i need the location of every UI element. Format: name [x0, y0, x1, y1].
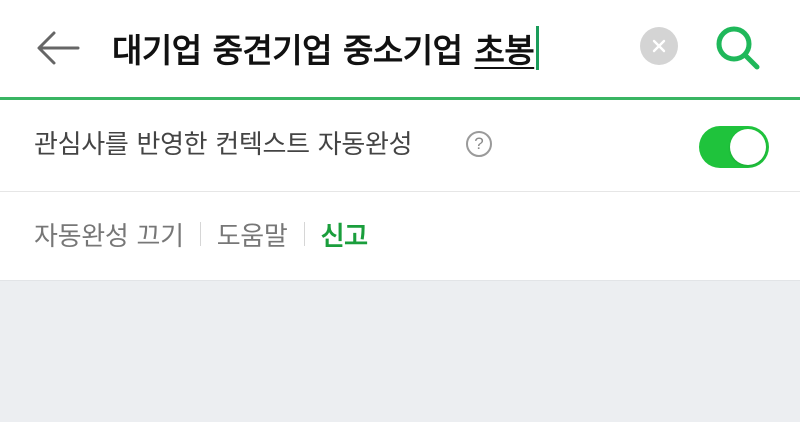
link-divider — [303, 222, 305, 246]
search-composing-text: 초봉 — [474, 31, 535, 70]
help-link[interactable]: 도움말 — [217, 216, 288, 253]
text-caret — [536, 26, 540, 70]
back-button[interactable] — [30, 20, 86, 76]
search-icon — [716, 26, 760, 70]
search-page: 대기업 중견기업 중소기업 초봉 관심사를 반영한 컨텍스트 자동완성 ? 자동… — [0, 0, 800, 422]
suggestions-empty-area — [0, 281, 800, 422]
arrow-left-icon — [37, 31, 80, 65]
autocomplete-off-link[interactable]: 자동완성 끄기 — [34, 216, 184, 253]
clear-button[interactable] — [640, 27, 678, 65]
search-bar: 대기업 중견기업 중소기업 초봉 — [0, 0, 800, 100]
context-autocomplete-row: 관심사를 반영한 컨텍스트 자동완성 ? — [0, 100, 800, 192]
search-button[interactable] — [708, 18, 768, 78]
report-link[interactable]: 신고 — [321, 216, 369, 253]
help-icon[interactable]: ? — [466, 131, 492, 157]
clear-x-icon — [652, 39, 666, 53]
context-autocomplete-toggle[interactable] — [699, 126, 769, 168]
toggle-knob — [730, 129, 766, 165]
search-input[interactable]: 대기업 중견기업 중소기업 초봉 — [112, 22, 540, 74]
context-autocomplete-label: 관심사를 반영한 컨텍스트 자동완성 — [34, 130, 413, 160]
autocomplete-links: 자동완성 끄기 도움말 신고 — [0, 192, 800, 281]
search-query-text: 대기업 중견기업 중소기업 — [112, 31, 463, 70]
link-divider — [199, 222, 201, 246]
